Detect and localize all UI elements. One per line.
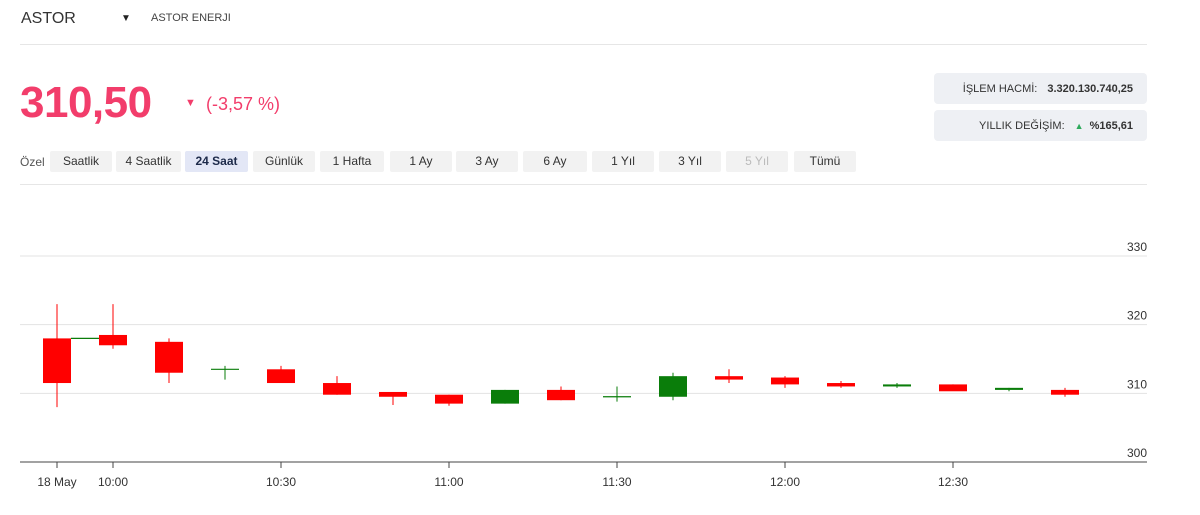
y-tick-label: 320 — [1127, 309, 1147, 323]
candle-body[interactable] — [939, 384, 967, 392]
x-tick-label: 10:00 — [98, 475, 128, 489]
ticker-symbol[interactable]: ASTOR — [21, 10, 76, 28]
yearly-change-label: YILLIK DEĞİŞİM: — [979, 119, 1065, 132]
header-bar: ASTOR ▼ ASTOR ENERJI — [20, 0, 1147, 45]
candle-body[interactable] — [323, 383, 351, 395]
x-tick-label: 12:00 — [770, 475, 800, 489]
candle-body[interactable] — [883, 384, 911, 387]
range-option-8[interactable]: 6 Ay — [523, 151, 587, 172]
price-change: (-3,57 %) — [206, 94, 281, 114]
range-option-9[interactable]: 1 Yıl — [592, 151, 654, 172]
last-price: 310,50 — [20, 78, 152, 127]
y-tick-label: 330 — [1127, 240, 1147, 254]
candle-body[interactable] — [99, 334, 127, 346]
yearly-change-value: %165,61 — [1089, 119, 1133, 132]
x-tick-label: 10:30 — [266, 475, 296, 489]
company-name: ASTOR ENERJI — [151, 12, 231, 24]
y-tick-label: 310 — [1127, 377, 1147, 391]
candle-body[interactable] — [995, 387, 1023, 390]
x-tick-label: 18 May — [37, 475, 76, 489]
x-tick-label: 11:30 — [602, 475, 631, 489]
candle-body[interactable] — [771, 377, 799, 385]
candle-body[interactable] — [267, 369, 295, 384]
range-option-4[interactable]: Günlük — [253, 151, 315, 172]
candle-body[interactable] — [379, 391, 407, 397]
caret-down-icon[interactable]: ▼ — [121, 13, 131, 24]
range-option-1[interactable]: Saatlik — [50, 151, 112, 172]
range-option-2[interactable]: 4 Saatlik — [116, 151, 181, 172]
y-tick-label: 300 — [1127, 446, 1147, 460]
range-option-11: 5 Yıl — [726, 151, 788, 172]
candle-body[interactable] — [43, 338, 71, 384]
candle-body[interactable] — [1051, 389, 1079, 395]
range-option-5[interactable]: 1 Hafta — [320, 151, 384, 172]
candle-body[interactable] — [715, 376, 743, 380]
candle-body[interactable] — [659, 376, 687, 397]
range-option-3[interactable]: 24 Saat — [185, 151, 248, 172]
candle-body[interactable] — [491, 389, 519, 404]
down-arrow-icon: ▼ — [185, 97, 196, 109]
candle-body[interactable] — [435, 394, 463, 404]
range-option-7[interactable]: 3 Ay — [456, 151, 518, 172]
candlestick-chart[interactable]: 300 310 320 330 18 May 10:00 10:30 11:00 11:30 12… — [0, 185, 1200, 515]
volume-value: 3.320.130.740,25 — [1047, 82, 1133, 95]
candle-body[interactable] — [827, 383, 855, 387]
x-tick-label: 11:00 — [434, 475, 463, 489]
candle-body[interactable] — [155, 341, 183, 373]
range-option-6[interactable]: 1 Ay — [390, 151, 452, 172]
candle-body[interactable] — [547, 389, 575, 401]
x-tick-label: 12:30 — [938, 475, 968, 489]
up-arrow-icon: ▲ — [1074, 120, 1084, 131]
range-option-12[interactable]: Tümü — [794, 151, 856, 172]
yearly-change-box: YILLIK DEĞİŞİM: ▲ %165,61 — [934, 110, 1147, 141]
volume-label: İŞLEM HACMİ: — [962, 82, 1038, 95]
custom-range-label[interactable]: Özel — [20, 155, 45, 169]
range-option-10[interactable]: 3 Yıl — [659, 151, 721, 172]
volume-box: İŞLEM HACMİ: 3.320.130.740,25 — [934, 73, 1147, 104]
